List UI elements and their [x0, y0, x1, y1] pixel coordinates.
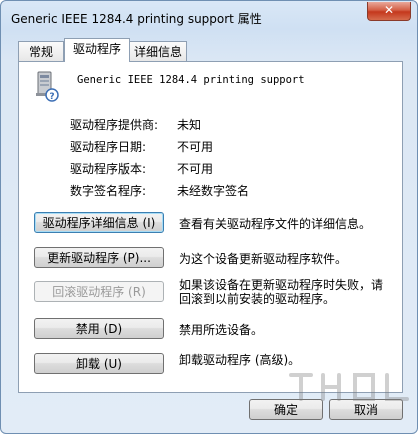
tab-label: 驱动程序	[72, 42, 121, 56]
button-label: 确定	[273, 403, 298, 417]
provider-value: 未知	[177, 118, 202, 132]
title-bar[interactable]: Generic IEEE 1284.4 printing support 属性 …	[1, 1, 417, 35]
disable-device-description: 禁用所选设备。	[179, 323, 264, 337]
close-button[interactable]: ✕	[367, 2, 411, 21]
button-label: 回滚驱动程序 (R)	[52, 285, 146, 299]
device-name: Generic IEEE 1284.4 printing support	[77, 74, 305, 86]
watermark-logo	[283, 369, 417, 403]
uninstall-driver-description: 卸载驱动程序 (高级)。	[179, 353, 301, 367]
driver-details-description: 查看有关驱动程序文件的详细信息。	[179, 217, 372, 231]
signer-value: 未经数字签名	[177, 184, 250, 198]
tab-details[interactable]: 详细信息	[129, 41, 187, 62]
rollback-driver-button[interactable]: 回滚驱动程序 (R)	[34, 281, 164, 302]
tab-label: 常规	[28, 45, 53, 59]
provider-label: 驱动程序提供商:	[70, 118, 159, 132]
tab-general[interactable]: 常规	[18, 41, 64, 62]
button-label: 卸载 (U)	[76, 357, 122, 371]
uninstall-driver-button[interactable]: 卸载 (U)	[34, 353, 164, 374]
date-value: 不可用	[177, 140, 214, 154]
button-label: 更新驱动程序 (P)...	[47, 251, 151, 265]
close-icon: ✕	[383, 3, 395, 17]
version-label: 驱动程序版本:	[70, 162, 147, 176]
update-driver-description: 为这个设备更新驱动程序软件。	[179, 252, 348, 266]
signer-label: 数字签名程序:	[70, 184, 147, 198]
tab-driver[interactable]: 驱动程序	[64, 38, 130, 62]
button-label: 禁用 (D)	[75, 322, 123, 336]
date-label: 驱动程序日期:	[70, 140, 147, 154]
driver-details-button[interactable]: 驱动程序详细信息 (I)	[34, 212, 164, 233]
rollback-driver-description: 如果该设备在更新驱动程序时失败，请回滚到以前安装的驱动程序。	[179, 278, 384, 306]
button-label: 驱动程序详细信息 (I)	[42, 216, 156, 230]
printer-device-icon: ?	[33, 71, 61, 103]
button-label: 取消	[353, 403, 378, 417]
window-title: Generic IEEE 1284.4 printing support 属性	[11, 12, 262, 26]
svg-text:?: ?	[49, 92, 54, 102]
update-driver-button[interactable]: 更新驱动程序 (P)...	[34, 247, 164, 268]
disable-device-button[interactable]: 禁用 (D)	[34, 318, 164, 339]
tab-label: 详细信息	[133, 45, 182, 59]
version-value: 不可用	[177, 162, 214, 176]
properties-dialog: Generic IEEE 1284.4 printing support 属性 …	[0, 0, 418, 434]
driver-panel: ? Generic IEEE 1284.4 printing support 驱…	[18, 61, 403, 393]
